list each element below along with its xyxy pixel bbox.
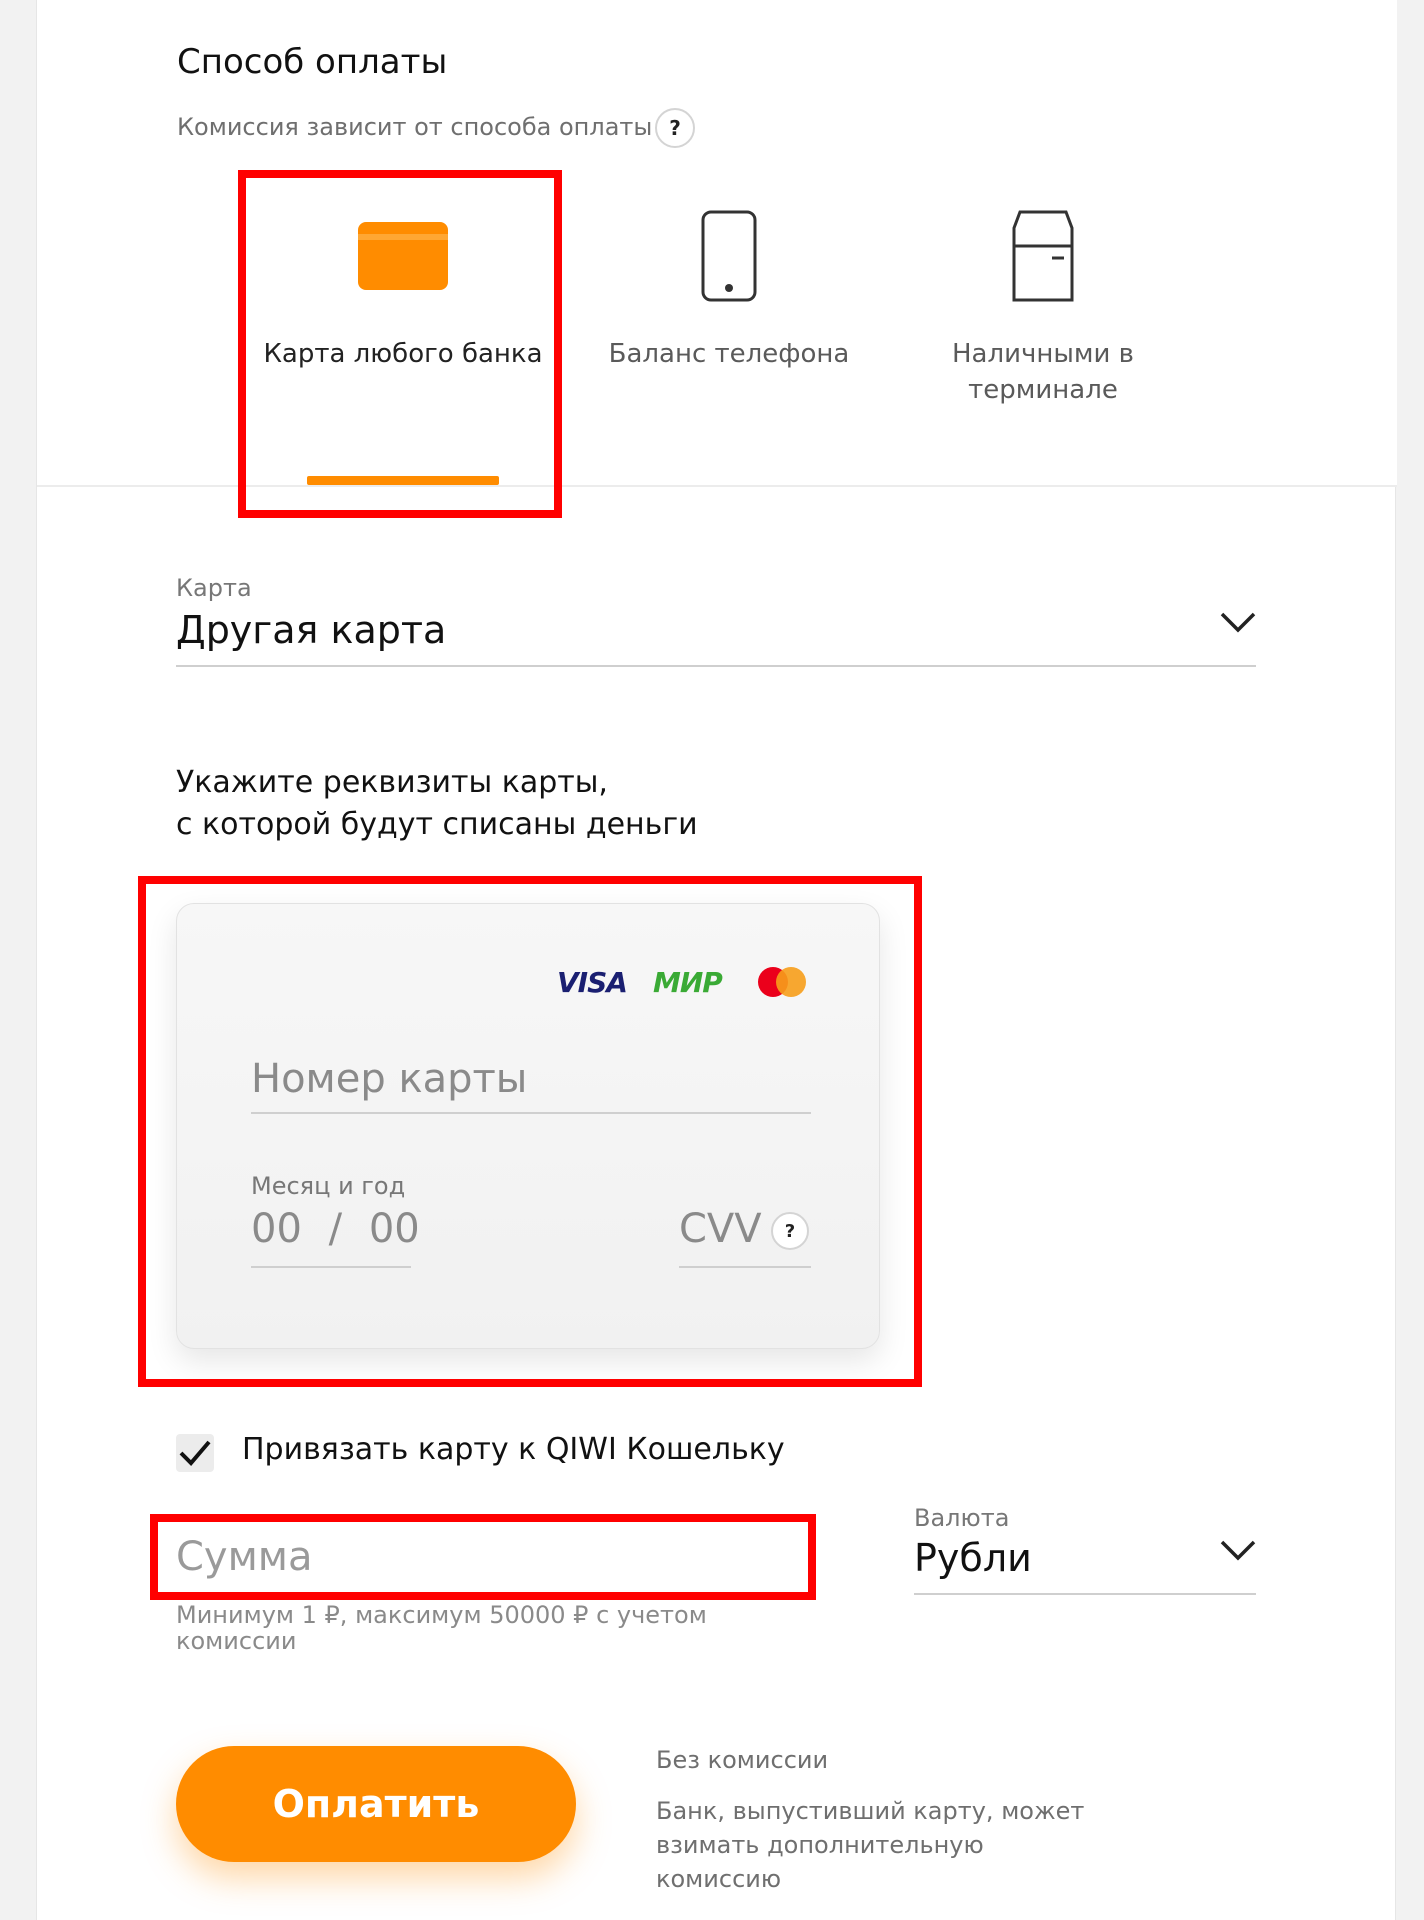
method-card-label: Карта любого банка — [263, 339, 543, 369]
mastercard-logo-icon — [758, 967, 806, 997]
amount-hint: Минимум 1 ₽, максимум 50000 ₽ с учетом к… — [176, 1601, 707, 1655]
card-icon — [253, 210, 553, 302]
cvv-input[interactable]: CVV — [679, 1206, 762, 1252]
fee-title: Без комиссии — [656, 1746, 829, 1774]
card-instruction: Укажите реквизиты карты, с которой будут… — [176, 762, 698, 846]
card-number-input[interactable]: Номер карты — [251, 1056, 527, 1102]
card-number-underline — [251, 1112, 811, 1114]
terminal-icon — [893, 210, 1193, 302]
link-card-label[interactable]: Привязать карту к QIWI Кошельку — [242, 1432, 785, 1467]
selected-method-indicator — [307, 476, 499, 485]
card-instruction-line2: с которой будут списаны деньги — [176, 807, 698, 842]
chevron-down-icon[interactable] — [1220, 604, 1256, 640]
page-title: Способ оплаты — [177, 42, 448, 82]
amount-input[interactable]: Сумма — [176, 1534, 312, 1580]
checkmark-icon — [179, 1440, 211, 1466]
currency-value[interactable]: Рубли — [914, 1536, 1032, 1580]
pay-button[interactable]: Оплатить — [176, 1746, 576, 1862]
visa-logo: VISA — [557, 966, 628, 999]
cvv-help-icon[interactable]: ? — [771, 1212, 809, 1250]
method-terminal-label: Наличными в терминале — [952, 339, 1134, 405]
payment-method-section: Способ оплаты Комиссия зависит от способ… — [37, 0, 1397, 487]
expiry-separator: / — [328, 1206, 343, 1252]
phone-icon — [579, 210, 879, 302]
commission-subtitle: Комиссия зависит от способа оплаты — [177, 113, 653, 141]
expiry-year: 00 — [368, 1206, 420, 1252]
currency-label: Валюта — [914, 1504, 1010, 1532]
expiry-underline — [251, 1266, 411, 1268]
link-card-checkbox[interactable] — [176, 1434, 214, 1472]
expiry-label: Месяц и год — [251, 1172, 406, 1200]
commission-help-icon[interactable]: ? — [655, 108, 695, 148]
card-form: VISA МИР Номер карты Месяц и год 00 / 00… — [176, 903, 880, 1349]
cvv-underline — [679, 1266, 811, 1268]
card-instruction-line1: Укажите реквизиты карты, — [176, 765, 608, 800]
expiry-month: 00 — [251, 1206, 302, 1252]
fee-note: Банк, выпустивший карту, может взимать д… — [656, 1797, 1085, 1893]
chevron-down-icon[interactable] — [1220, 1532, 1256, 1568]
card-select-label: Карта — [176, 574, 252, 602]
expiry-input[interactable]: 00 / 00 — [251, 1206, 420, 1252]
mir-logo: МИР — [653, 966, 723, 999]
currency-underline — [914, 1593, 1256, 1595]
method-terminal[interactable]: Наличными в терминале — [893, 210, 1193, 408]
method-phone[interactable]: Баланс телефона — [579, 210, 879, 372]
card-select-value[interactable]: Другая карта — [176, 608, 446, 652]
method-card[interactable]: Карта любого банка — [253, 210, 553, 372]
card-select-underline — [176, 665, 1256, 667]
method-phone-label: Баланс телефона — [608, 339, 850, 369]
